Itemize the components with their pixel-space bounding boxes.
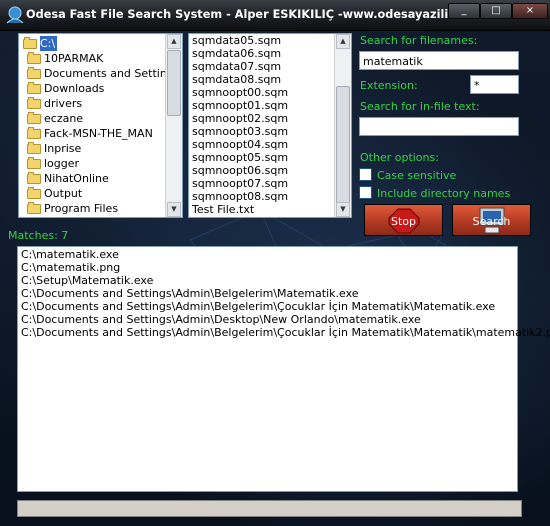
folder-icon	[27, 187, 41, 199]
file-item[interactable]: sqmdata06.sqm	[189, 47, 334, 60]
directory-label: Inprise	[44, 142, 82, 155]
directory-label: Fack-MSN-THE_MAN	[44, 127, 153, 140]
folder-icon	[27, 142, 41, 154]
directory-item[interactable]: Fack-MSN-THE_MAN	[21, 126, 165, 141]
scroll-thumb[interactable]	[336, 86, 350, 206]
result-item[interactable]: C:\Documents and Settings\Admin\Desktop\…	[18, 313, 517, 326]
directory-item[interactable]: eczane	[21, 111, 165, 126]
directory-rows: C:\ 10PARMAK Documents and Settings Downloa…	[21, 36, 180, 216]
directory-scrollbar[interactable]: ▲ ▼	[165, 34, 182, 217]
directory-item[interactable]: drivers	[21, 96, 165, 111]
stop-button-label: Stop	[390, 215, 416, 228]
stop-button[interactable]: Stop	[364, 204, 443, 236]
infile-text-label: Search for in-file text:	[360, 100, 480, 113]
result-item[interactable]: C:\Documents and Settings\Admin\Belgeler…	[18, 287, 517, 300]
directory-item[interactable]: Downloads	[21, 81, 165, 96]
scroll-down-icon[interactable]: ▼	[167, 202, 181, 217]
file-item[interactable]: sqmnoopt01.sqm	[189, 99, 334, 112]
result-item[interactable]: C:\Documents and Settings\Admin\Belgeler…	[18, 326, 550, 339]
file-item[interactable]: sqmnoopt06.sqm	[189, 164, 334, 177]
result-rows: C:\matematik.exe C:\matematik.png C:\Setup…	[18, 248, 550, 339]
status-bar	[17, 500, 522, 517]
folder-icon	[23, 37, 37, 49]
file-item[interactable]: sqmnoopt08.sqm	[189, 190, 334, 203]
case-sensitive-checkbox[interactable]	[359, 168, 372, 181]
directory-list[interactable]: C:\ 10PARMAK Documents and Settings Downloa…	[18, 33, 183, 218]
directory-item[interactable]: 10PARMAK	[21, 51, 165, 66]
directory-item[interactable]: Program Files	[21, 201, 165, 216]
scroll-up-icon[interactable]: ▲	[167, 34, 181, 49]
folder-icon	[27, 82, 41, 94]
include-directories-label: Include directory names	[377, 187, 511, 200]
directory-label: Output	[44, 187, 83, 200]
scroll-up-icon[interactable]: ▲	[336, 34, 350, 49]
folder-icon	[27, 202, 41, 214]
directory-item[interactable]: NihatOnline	[21, 171, 165, 186]
directory-item[interactable]: Output	[21, 186, 165, 201]
result-item[interactable]: C:\matematik.exe	[18, 248, 517, 261]
file-item[interactable]: sqmnoopt05.sqm	[189, 151, 334, 164]
directory-label: logger	[44, 157, 80, 170]
result-item[interactable]: C:\Documents and Settings\Admin\Belgeler…	[18, 300, 517, 313]
folder-icon	[27, 127, 41, 139]
scroll-thumb[interactable]	[167, 50, 181, 116]
file-item[interactable]: sqmdata07.sqm	[189, 60, 334, 73]
minimize-button[interactable]: _	[448, 3, 480, 19]
search-button[interactable]: Search	[452, 204, 531, 236]
file-item[interactable]: sqmnoopt02.sqm	[189, 112, 334, 125]
window-title: Odesa Fast File Search System - Alper ES…	[26, 8, 491, 21]
result-item[interactable]: C:\matematik.png	[18, 261, 517, 274]
directory-label: Downloads	[44, 82, 105, 95]
maximize-button[interactable]: □	[480, 3, 512, 19]
include-directories-checkbox[interactable]	[359, 186, 372, 199]
folder-icon	[27, 157, 41, 169]
directory-item[interactable]: Documents and Settings	[21, 66, 180, 81]
search-button-label: Search	[472, 215, 511, 228]
file-item[interactable]: sqmdata08.sqm	[189, 73, 334, 86]
file-item[interactable]: sqmnoopt07.sqm	[189, 177, 334, 190]
result-item[interactable]: C:\Setup\Matematik.exe	[18, 274, 517, 287]
directory-label: 10PARMAK	[44, 52, 104, 65]
file-list[interactable]: sqmdata05.sqm sqmdata06.sqm sqmdata07.sqm s…	[188, 33, 352, 218]
file-item[interactable]: sqmnoopt03.sqm	[189, 125, 334, 138]
folder-icon	[27, 172, 41, 184]
infile-text-input[interactable]	[359, 117, 519, 136]
directory-label: Documents and Settings	[44, 67, 180, 80]
extension-label: Extension:	[360, 79, 418, 92]
directory-label: drivers	[44, 97, 83, 110]
matches-count: Matches: 7	[8, 229, 69, 242]
directory-item[interactable]: logger	[21, 156, 165, 171]
app-logo-icon	[6, 6, 24, 24]
extension-input[interactable]: *	[470, 75, 519, 94]
directory-item[interactable]: Inprise	[21, 141, 165, 156]
filenames-input[interactable]: matematik	[359, 51, 519, 70]
other-options-label: Other options:	[360, 151, 439, 164]
folder-icon	[27, 112, 41, 124]
file-item[interactable]: sqmnoopt04.sqm	[189, 138, 334, 151]
file-scrollbar[interactable]: ▲ ▼	[334, 34, 351, 217]
directory-item[interactable]: C:\	[21, 36, 165, 51]
file-rows: sqmdata05.sqm sqmdata06.sqm sqmdata07.sqm s…	[189, 34, 334, 216]
file-item[interactable]: sqmdata05.sqm	[189, 34, 334, 47]
directory-label: Program Files	[44, 202, 119, 215]
directory-label: C:\	[40, 36, 58, 51]
filenames-label: Search for filenames:	[360, 34, 478, 47]
results-list[interactable]: C:\matematik.exe C:\matematik.png C:\Setup…	[17, 246, 550, 492]
directory-label: eczane	[44, 112, 84, 125]
close-button[interactable]: ×	[512, 3, 548, 19]
folder-icon	[27, 67, 41, 79]
file-item[interactable]: Test File.txt	[189, 203, 334, 216]
case-sensitive-label: Case sensitive	[377, 169, 457, 182]
file-item[interactable]: sqmnoopt00.sqm	[189, 86, 334, 99]
directory-label: NihatOnline	[44, 172, 109, 185]
folder-icon	[27, 97, 41, 109]
folder-icon	[27, 52, 41, 64]
scroll-down-icon[interactable]: ▼	[336, 202, 350, 217]
title-bar: Odesa Fast File Search System - Alper ES…	[0, 0, 550, 31]
